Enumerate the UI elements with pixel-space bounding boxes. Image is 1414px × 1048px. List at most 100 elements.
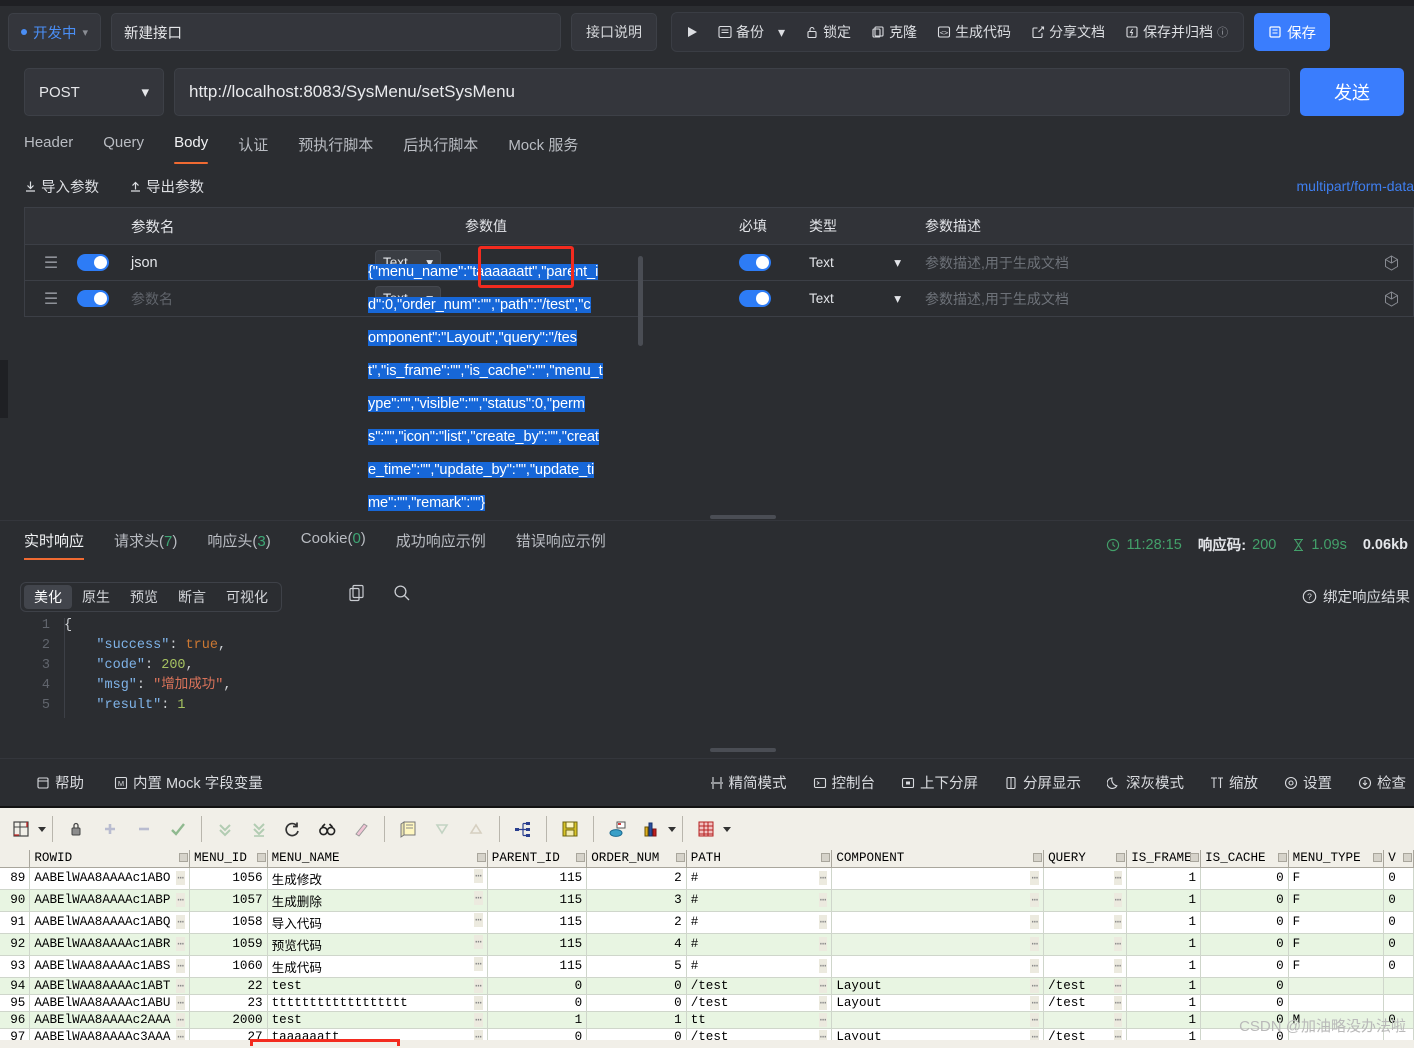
tab-query[interactable]: Query	[103, 134, 144, 164]
cell-menu_id[interactable]: 22	[189, 977, 268, 995]
http-method-select[interactable]: POST ▾	[24, 68, 164, 116]
cell-menu_name[interactable]: tttttttttttttttttt ⋯	[267, 994, 488, 1012]
table-row[interactable]: 90 AABElWAA8AAAAc1ABP ⋯ 1057 生成删除 ⋯ 115 3 # ⋯ ⋯ ⋯ 1 0…	[0, 889, 1414, 912]
table-row[interactable]: 94 AABElWAA8AAAAc1ABT ⋯ 22 test ⋯ 0 0/test ⋯ Layo…	[0, 977, 1414, 995]
drag-handle[interactable]: ☰	[25, 289, 77, 309]
copy-icon[interactable]	[348, 584, 365, 607]
import-params-button[interactable]: 导入参数	[24, 176, 99, 197]
data-grid[interactable]: ROWID MENU_ID MENU_NAME PARENT_ID ORDER_NUM P…	[0, 850, 1414, 1046]
row-number[interactable]: 96	[0, 1011, 31, 1029]
format-beautify[interactable]: 美化	[24, 585, 72, 609]
table-row[interactable]: 96 AABElWAA8AAAAc2AAA ⋯ 2000 test ⋯ 1 1 tt ⋯ ⋯ ⋯ 1 0 M…	[0, 1011, 1414, 1029]
column-header-component[interactable]: COMPONENT	[831, 850, 1045, 868]
cell-menu_id[interactable]: 1056	[189, 867, 268, 890]
tab-header[interactable]: Header	[24, 134, 73, 164]
cell-query[interactable]: ⋯	[1043, 867, 1128, 890]
cell-rowid[interactable]: AABElWAA8AAAAc1ABT ⋯	[29, 977, 190, 995]
column-header-v[interactable]: V	[1383, 850, 1414, 868]
url-input[interactable]	[174, 68, 1290, 116]
doc-title-input[interactable]	[111, 13, 562, 51]
row-number[interactable]: 89	[0, 867, 31, 890]
required-toggle[interactable]	[725, 290, 799, 307]
cell-menu_type[interactable]	[1288, 977, 1385, 995]
cell-order_num[interactable]: 1	[586, 1011, 687, 1029]
cell-menu_name[interactable]: 生成删除 ⋯	[267, 889, 488, 912]
tab-realtime-response[interactable]: 实时响应	[24, 530, 85, 560]
cell-menu_name[interactable]: 导入代码 ⋯	[267, 911, 488, 934]
param-model-icon[interactable]	[1369, 290, 1413, 307]
cell-is_cache[interactable]: 0	[1200, 889, 1289, 912]
cell-path[interactable]: tt ⋯	[686, 1011, 833, 1029]
column-header-rowid[interactable]: ROWID	[29, 850, 190, 868]
save-icon[interactable]	[553, 812, 587, 846]
column-header-order_num[interactable]: ORDER_NUM	[586, 850, 687, 868]
cell-is_cache[interactable]: 0	[1200, 933, 1289, 956]
cell-parent_id[interactable]: 115	[487, 911, 588, 934]
console-button[interactable]: 控制台	[813, 772, 875, 793]
cell-order_num[interactable]: 3	[586, 889, 687, 912]
tab-cookie[interactable]: Cookie(0)	[301, 530, 366, 560]
column-header-query[interactable]: QUERY	[1043, 850, 1128, 868]
cell-parent_id[interactable]: 1	[487, 1011, 588, 1029]
tab-success-example[interactable]: 成功响应示例	[396, 530, 486, 560]
tab-request-headers[interactable]: 请求头(7)	[114, 530, 177, 560]
cell-menu_name[interactable]: test ⋯	[267, 977, 488, 995]
cell-menu_name[interactable]: test ⋯	[267, 1011, 488, 1029]
cell-order_num[interactable]: 2	[586, 911, 687, 934]
cell-is_frame[interactable]: 1	[1126, 889, 1202, 912]
cell-parent_id[interactable]: 115	[487, 933, 588, 956]
cell-menu_name[interactable]: 预览代码 ⋯	[267, 933, 488, 956]
drag-handle[interactable]: ☰	[25, 253, 77, 273]
param-desc-input[interactable]: 参数描述,用于生成文档	[917, 289, 1369, 309]
cell-component[interactable]: ⋯	[831, 911, 1045, 934]
last-record-icon[interactable]	[242, 812, 276, 846]
split-vertical-button[interactable]: 上下分屏	[901, 772, 978, 793]
response-horizontal-scrollbar[interactable]	[710, 748, 776, 752]
cell-is_cache[interactable]: 0	[1200, 867, 1289, 890]
cell-menu_id[interactable]: 1060	[189, 955, 268, 978]
cell-v[interactable]: 0	[1383, 867, 1414, 890]
format-preview[interactable]: 预览	[120, 585, 168, 609]
tab-post-script[interactable]: 后执行脚本	[403, 134, 478, 164]
body-horizontal-scrollbar[interactable]	[710, 515, 776, 519]
cell-path[interactable]: # ⋯	[686, 955, 833, 978]
grid-view-icon[interactable]	[689, 812, 723, 846]
cell-is_frame[interactable]: 1	[1126, 994, 1202, 1012]
cell-is_cache[interactable]: 0	[1200, 911, 1289, 934]
cell-rowid[interactable]: AABElWAA8AAAAc2AAA ⋯	[29, 1011, 190, 1029]
cell-order_num[interactable]: 0	[586, 994, 687, 1012]
clone-button[interactable]: 克隆	[862, 17, 926, 47]
cell-menu_id[interactable]: 1057	[189, 889, 268, 912]
next-record-icon[interactable]	[208, 812, 242, 846]
row-number[interactable]: 91	[0, 911, 31, 934]
cell-menu_id[interactable]: 1059	[189, 933, 268, 956]
cell-order_num[interactable]: 2	[586, 867, 687, 890]
cell-path[interactable]: # ⋯	[686, 889, 833, 912]
cell-query[interactable]: ⋯	[1043, 933, 1128, 956]
cell-order_num[interactable]: 4	[586, 933, 687, 956]
format-visualize[interactable]: 可视化	[216, 585, 278, 609]
param-model-icon[interactable]	[1369, 254, 1413, 271]
cell-menu_type[interactable]: F	[1288, 955, 1385, 978]
save-button[interactable]: 保存	[1254, 13, 1331, 51]
cell-component[interactable]: Layout ⋯	[831, 977, 1045, 995]
cell-path[interactable]: /test ⋯	[686, 994, 833, 1012]
cell-rowid[interactable]: AABElWAA8AAAAc1ABQ ⋯	[29, 911, 190, 934]
interface-description-button[interactable]: 接口说明	[571, 13, 658, 51]
table-row[interactable]: 89 AABElWAA8AAAAc1ABO ⋯ 1056 生成修改 ⋯ 115 2 # ⋯ ⋯ ⋯ 1 0…	[0, 867, 1414, 890]
tab-pre-script[interactable]: 预执行脚本	[298, 134, 373, 164]
search-icon[interactable]	[393, 584, 411, 607]
cell-order_num[interactable]: 5	[586, 955, 687, 978]
cell-is_cache[interactable]: 0	[1200, 955, 1289, 978]
cell-menu_id[interactable]: 23	[189, 994, 268, 1012]
required-toggle[interactable]	[725, 254, 799, 271]
grid-layout-icon[interactable]	[4, 812, 38, 846]
send-button[interactable]: 发送	[1300, 68, 1404, 116]
status-dropdown[interactable]: 开发中 ▾	[8, 13, 102, 51]
cell-is_frame[interactable]: 1	[1126, 933, 1202, 956]
inspect-button[interactable]: 检查	[1358, 772, 1406, 793]
row-enable-toggle[interactable]	[77, 290, 125, 307]
cell-v[interactable]: 0	[1383, 889, 1414, 912]
column-header-parent_id[interactable]: PARENT_ID	[487, 850, 588, 868]
cell-rowid[interactable]: AABElWAA8AAAAc1ABU ⋯	[29, 994, 190, 1012]
